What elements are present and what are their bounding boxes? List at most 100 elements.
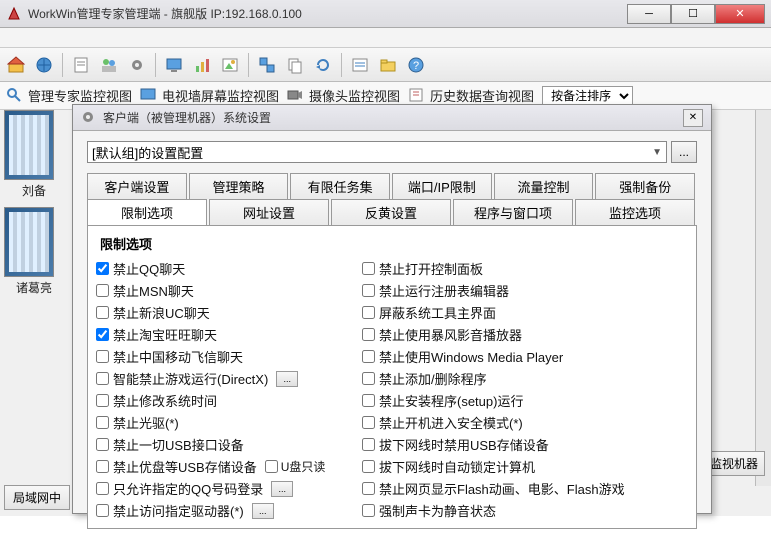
option-more-button[interactable]: ... — [271, 481, 293, 497]
view-label: 历史数据查询视图 — [430, 86, 534, 105]
windows-icon[interactable] — [255, 53, 279, 77]
monitor-machine-button[interactable]: 监视机器 — [703, 451, 765, 476]
home-icon[interactable] — [4, 53, 28, 77]
option-label: 禁止打开控制面板 — [379, 259, 483, 278]
settings-icon — [81, 110, 97, 126]
option-checkbox[interactable] — [96, 504, 109, 517]
option-checkbox[interactable] — [96, 372, 109, 385]
settings-tab[interactable]: 反黄设置 — [331, 199, 451, 225]
view-label: 摄像头监控视图 — [309, 86, 400, 105]
option-checkbox[interactable] — [362, 438, 375, 451]
help-icon[interactable]: ? — [404, 53, 428, 77]
option-checkbox[interactable] — [96, 416, 109, 429]
option-more-button[interactable]: ... — [252, 503, 274, 519]
picture-icon[interactable] — [218, 53, 242, 77]
gear-icon[interactable] — [125, 53, 149, 77]
copy-icon[interactable] — [283, 53, 307, 77]
restriction-option: 禁止光驱(*) — [96, 413, 356, 432]
option-checkbox[interactable] — [96, 394, 109, 407]
option-label: U盘只读 — [281, 458, 326, 475]
option-checkbox[interactable] — [362, 460, 375, 473]
settings-tab[interactable]: 有限任务集 — [290, 173, 390, 199]
option-checkbox[interactable] — [362, 504, 375, 517]
tab-lan[interactable]: 局域网中 — [4, 485, 70, 510]
main-window: WorkWin管理专家管理端 - 旗舰版 IP:192.168.0.100 ─ … — [0, 0, 771, 516]
settings-tab[interactable]: 程序与窗口项 — [453, 199, 573, 225]
chart-icon[interactable] — [190, 53, 214, 77]
maximize-button[interactable]: ☐ — [671, 4, 715, 24]
restriction-option: 禁止使用Windows Media Player — [362, 347, 688, 366]
group-title: 限制选项 — [96, 232, 688, 255]
option-checkbox[interactable] — [362, 328, 375, 341]
dialog-title: 客户端（被管理机器）系统设置 — [103, 109, 683, 126]
refresh-icon[interactable] — [311, 53, 335, 77]
titlebar: WorkWin管理专家管理端 - 旗舰版 IP:192.168.0.100 ─ … — [0, 0, 771, 28]
option-checkbox[interactable] — [96, 306, 109, 319]
restriction-option: 禁止安装程序(setup)运行 — [362, 391, 688, 410]
client-thumb[interactable] — [4, 207, 54, 277]
restriction-option: 禁止打开控制面板 — [362, 259, 688, 278]
option-checkbox[interactable] — [362, 284, 375, 297]
option-more-button[interactable]: ... — [276, 371, 298, 387]
option-checkbox[interactable] — [96, 262, 109, 275]
option-checkbox[interactable] — [362, 262, 375, 275]
option-checkbox[interactable] — [362, 350, 375, 363]
option-checkbox[interactable] — [362, 482, 375, 495]
option-checkbox[interactable] — [96, 460, 109, 473]
page-icon[interactable] — [69, 53, 93, 77]
window-controls: ─ ☐ ✕ — [627, 4, 765, 24]
dialog-close-button[interactable]: ✕ — [683, 109, 703, 127]
option-label: 禁止一切USB接口设备 — [113, 435, 244, 454]
dialog-body: [默认组]的设置配置 ▼ ... 客户端设置管理策略有限任务集端口/IP限制流量… — [73, 131, 711, 537]
minimize-button[interactable]: ─ — [627, 4, 671, 24]
option-checkbox[interactable] — [96, 328, 109, 341]
settings-tab[interactable]: 流量控制 — [494, 173, 594, 199]
option-checkbox[interactable] — [96, 438, 109, 451]
option-checkbox[interactable] — [96, 284, 109, 297]
browse-button[interactable]: ... — [671, 141, 697, 163]
settings-tab[interactable]: 管理策略 — [189, 173, 289, 199]
monitor-icon[interactable] — [162, 53, 186, 77]
option-checkbox[interactable] — [265, 460, 278, 473]
option-checkbox[interactable] — [362, 394, 375, 407]
settings-tab[interactable]: 端口/IP限制 — [392, 173, 492, 199]
option-checkbox[interactable] — [96, 350, 109, 363]
view-monitor[interactable]: 管理专家监控视图 — [6, 86, 132, 105]
view-tvwall[interactable]: 电视墙屏幕监控视图 — [140, 86, 279, 105]
window-title: WorkWin管理专家管理端 - 旗舰版 IP:192.168.0.100 — [28, 5, 627, 22]
vertical-scrollbar[interactable] — [755, 110, 771, 486]
settings-tabs: 客户端设置管理策略有限任务集端口/IP限制流量控制强制备份 限制选项网址设置反黄… — [87, 173, 697, 529]
users-icon[interactable] — [97, 53, 121, 77]
option-label: 禁止添加/删除程序 — [379, 369, 487, 388]
settings-tab[interactable]: 网址设置 — [209, 199, 329, 225]
combo-value: [默认组]的设置配置 — [92, 143, 203, 162]
config-select[interactable]: [默认组]的设置配置 ▼ — [87, 141, 667, 163]
client-thumb[interactable] — [4, 110, 54, 180]
folder-icon[interactable] — [376, 53, 400, 77]
view-camera[interactable]: 摄像头监控视图 — [287, 86, 400, 105]
list-icon[interactable] — [348, 53, 372, 77]
restriction-option: 禁止MSN聊天 — [96, 281, 356, 300]
restriction-option: 拔下网线时禁用USB存储设备 — [362, 435, 688, 454]
settings-tab[interactable]: 限制选项 — [87, 199, 207, 225]
sort-select[interactable]: 按备注排序 — [542, 86, 633, 106]
option-label: 禁止访问指定驱动器(*) — [113, 501, 244, 520]
option-label: 智能禁止游戏运行(DirectX) — [113, 369, 268, 388]
view-history[interactable]: 历史数据查询视图 — [408, 86, 534, 105]
restriction-option: 禁止一切USB接口设备 — [96, 435, 356, 454]
menubar — [0, 28, 771, 48]
settings-tab[interactable]: 客户端设置 — [87, 173, 187, 199]
view-label: 管理专家监控视图 — [28, 86, 132, 105]
close-button[interactable]: ✕ — [715, 4, 765, 24]
option-checkbox[interactable] — [362, 306, 375, 319]
client-name: 诸葛亮 — [4, 279, 64, 296]
option-checkbox[interactable] — [362, 372, 375, 385]
restriction-option: 禁止QQ聊天 — [96, 259, 356, 278]
settings-tab[interactable]: 监控选项 — [575, 199, 695, 225]
option-checkbox[interactable] — [96, 482, 109, 495]
option-checkbox[interactable] — [362, 416, 375, 429]
option-label: 禁止MSN聊天 — [113, 281, 194, 300]
globe-icon[interactable] — [32, 53, 56, 77]
settings-tab[interactable]: 强制备份 — [595, 173, 695, 199]
toolbar: ? — [0, 48, 771, 82]
